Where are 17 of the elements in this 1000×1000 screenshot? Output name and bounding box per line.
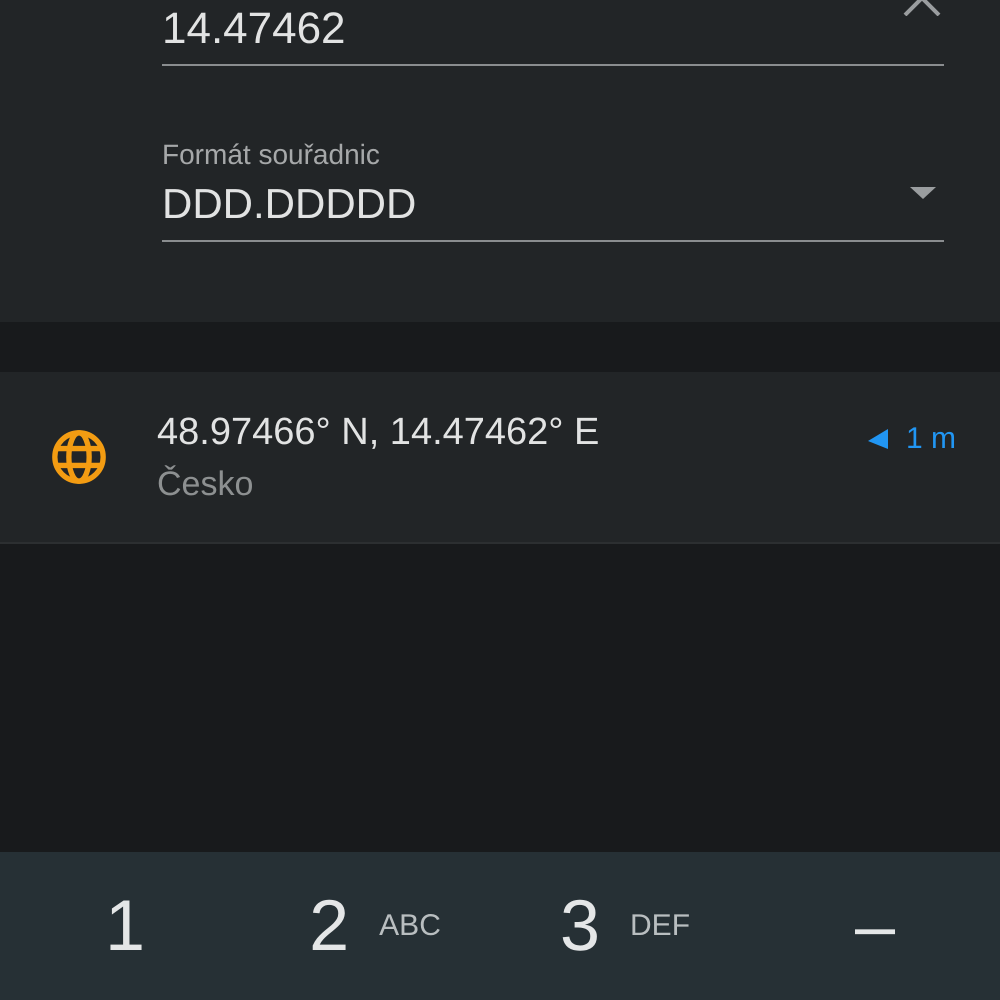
dropdown-arrow-icon: [910, 187, 936, 199]
key-letters: ABC: [379, 909, 441, 943]
country-text: Česko: [157, 464, 254, 505]
key-label[interactable]: 1: [104, 886, 146, 966]
globe-icon: [50, 428, 108, 486]
coordinate-input[interactable]: 14.47462: [162, 5, 762, 53]
result-row[interactable]: 48.97466° N, 14.47462° E Česko 1 m: [0, 372, 1000, 544]
format-dropdown[interactable]: DDD.DDDDD: [162, 172, 944, 240]
direction-arrow-icon: [868, 429, 888, 449]
field-label: Formát souřadnic: [162, 138, 381, 172]
key-label[interactable]: 2: [309, 886, 350, 966]
chevron-up-icon[interactable]: [902, 0, 942, 16]
key-label[interactable]: 3: [560, 886, 600, 966]
key-label[interactable]: –: [854, 886, 896, 966]
distance-text: 1 m: [906, 422, 956, 456]
coordinates-text: 48.97466° N, 14.47462° E: [157, 410, 600, 455]
key-letters: DEF: [630, 909, 690, 943]
